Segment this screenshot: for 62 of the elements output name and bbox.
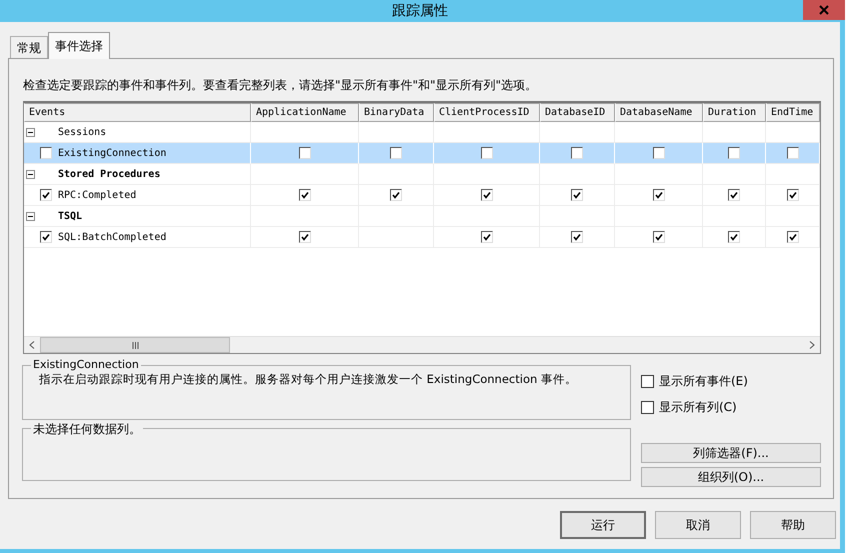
checkbox[interactable] xyxy=(786,231,798,243)
checkbox[interactable] xyxy=(786,147,798,159)
checkbox-label[interactable]: 显示所有事件(E) xyxy=(659,373,748,390)
checkbox[interactable] xyxy=(390,189,402,201)
column-header[interactable]: ApplicationName xyxy=(251,103,359,122)
column-header[interactable]: Events xyxy=(24,103,251,122)
checkbox[interactable] xyxy=(40,189,52,201)
group-label: Stored Procedures xyxy=(58,168,160,180)
checkbox[interactable] xyxy=(480,189,492,201)
grip-icon xyxy=(132,342,138,348)
checkbox[interactable] xyxy=(480,231,492,243)
column-header[interactable]: DatabaseName xyxy=(615,103,703,122)
checkbox[interactable] xyxy=(40,147,52,159)
column-header[interactable]: EndTime xyxy=(766,103,820,122)
collapse-icon[interactable] xyxy=(26,170,35,178)
checkbox[interactable] xyxy=(571,147,583,159)
collapse-icon[interactable] xyxy=(26,128,35,136)
button[interactable]: 组织列(O)... xyxy=(641,467,821,487)
checkbox[interactable] xyxy=(652,189,664,201)
collapse-icon[interactable] xyxy=(26,212,35,220)
checkbox[interactable] xyxy=(728,189,740,201)
checkbox[interactable] xyxy=(641,401,654,414)
window-title: 跟踪属性 xyxy=(392,2,448,20)
button[interactable]: 取消 xyxy=(655,511,741,539)
instruction-text: 检查选定要跟踪的事件和事件列。要查看完整列表，请选择"显示所有事件"和"显示所有列"选项。 xyxy=(23,77,538,94)
checkbox[interactable] xyxy=(390,147,402,159)
group-box-title: ExistingConnection xyxy=(31,358,141,371)
event-description: 指示在启动跟踪时现有用户连接的属性。服务器对每个用户连接激发一个 ExistingConnection 事件。 xyxy=(38,371,578,387)
column-header[interactable]: Duration xyxy=(703,103,766,122)
checkbox[interactable] xyxy=(728,147,740,159)
checkbox[interactable] xyxy=(571,189,583,201)
checkbox[interactable] xyxy=(298,189,310,201)
event-label: ExistingConnection xyxy=(58,148,166,158)
button[interactable]: 帮助 xyxy=(750,511,836,539)
selected-row[interactable]: ExistingConnection xyxy=(24,143,820,164)
horizontal-scrollbar[interactable] xyxy=(24,336,820,353)
checkbox[interactable] xyxy=(728,231,740,243)
checkbox[interactable] xyxy=(571,231,583,243)
checkbox[interactable] xyxy=(641,375,654,388)
group-label: Sessions xyxy=(58,126,106,138)
checkbox[interactable] xyxy=(480,147,492,159)
checkbox[interactable] xyxy=(786,189,798,201)
checkbox[interactable] xyxy=(40,231,52,243)
button[interactable]: 列筛选器(F)... xyxy=(641,443,821,463)
close-icon xyxy=(819,5,829,15)
event-label: RPC:Completed xyxy=(58,190,136,200)
group-box-title: 未选择任何数据列。 xyxy=(31,421,143,438)
column-header[interactable]: ClientProcessID xyxy=(434,103,540,122)
checkbox[interactable] xyxy=(298,231,310,243)
column-header[interactable]: DatabaseID xyxy=(540,103,615,122)
tab[interactable]: 事件选择 xyxy=(48,32,110,59)
column-header[interactable]: BinaryData xyxy=(359,103,434,122)
checkbox[interactable] xyxy=(652,147,664,159)
scrollbar-thumb[interactable] xyxy=(40,337,230,353)
close-button[interactable] xyxy=(803,0,845,20)
checkbox[interactable] xyxy=(652,231,664,243)
checkbox-label[interactable]: 显示所有列(C) xyxy=(659,399,737,416)
event-label: SQL:BatchCompleted xyxy=(58,232,166,242)
button[interactable]: 运行 xyxy=(560,511,646,539)
checkbox[interactable] xyxy=(298,147,310,159)
tab[interactable]: 常规 xyxy=(10,36,48,59)
group-label: TSQL xyxy=(58,210,82,222)
